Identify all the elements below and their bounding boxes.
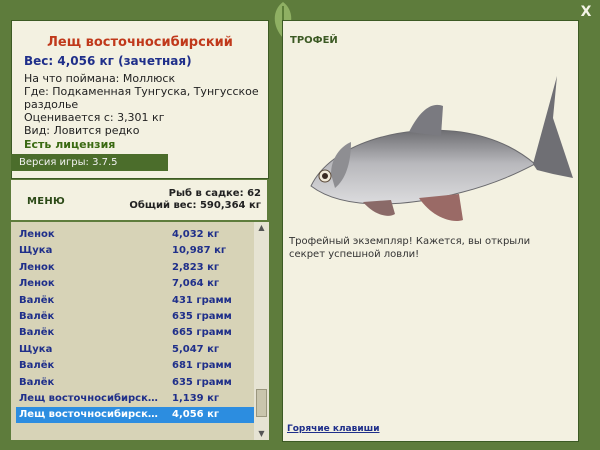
list-item[interactable]: Ленок 7,064 кг bbox=[16, 276, 254, 292]
list-item[interactable]: Лещ восточносибирский 4,056 кг bbox=[16, 407, 254, 424]
total-weight: Общий вес: 590,364 кг bbox=[129, 200, 261, 211]
game-version: Версия игры: 3.7.5 bbox=[11, 154, 168, 171]
fish-weight-value: 2,823 кг bbox=[172, 261, 220, 273]
fish-weight-value: 10,987 кг bbox=[172, 245, 227, 257]
list-item[interactable]: Щука 10,987 кг bbox=[16, 243, 254, 259]
list-item[interactable]: Ленок 4,032 кг bbox=[16, 227, 254, 243]
fish-name: Валёк bbox=[19, 294, 55, 306]
hotkeys-link[interactable]: Горячие клавиши bbox=[287, 424, 380, 434]
estimate-info: Оценивается с: 3,301 кг bbox=[24, 111, 165, 124]
fish-name: Лещ восточносибирский bbox=[19, 393, 159, 404]
fish-weight: Вес: 4,056 кг (зачетная) bbox=[24, 54, 192, 68]
fish-weight-value: 5,047 кг bbox=[172, 343, 220, 355]
fish-weight-value: 635 грамм bbox=[172, 311, 232, 322]
fish-name: Валёк bbox=[19, 327, 55, 339]
list-item[interactable]: Валёк 681 грамм bbox=[16, 358, 254, 374]
fish-weight-value: 4,032 кг bbox=[172, 229, 220, 240]
close-button[interactable]: X bbox=[578, 4, 594, 20]
fish-name: Ленок bbox=[19, 278, 55, 290]
fish-name: Ленок bbox=[19, 229, 55, 240]
menu-button[interactable]: МЕНЮ bbox=[27, 196, 65, 207]
trophy-panel: ТРОФЕЙ Трофейный экземпляр! Кажется, вы … bbox=[282, 20, 579, 442]
fish-title: Лещ восточносибирский bbox=[47, 35, 233, 50]
fish-weight-value: 681 грамм bbox=[172, 360, 232, 372]
fish-name: Валёк bbox=[19, 311, 55, 322]
list-item[interactable]: Ленок 2,823 кг bbox=[16, 260, 254, 276]
fish-name: Щука bbox=[19, 343, 53, 355]
arrow-up-icon[interactable]: ▲ bbox=[254, 222, 269, 234]
catch-list[interactable]: Ленок 4,032 кг Щука 10,987 кг Ленок 2,823 кг Л… bbox=[11, 222, 269, 440]
fish-weight-value: 665 грамм bbox=[172, 327, 232, 339]
fish-image bbox=[310, 76, 573, 222]
fish-name: Лещ восточносибирский bbox=[19, 409, 159, 421]
trophy-text: Трофейный экземпляр! Кажется, вы открыли… bbox=[289, 236, 531, 260]
list-item[interactable]: Валёк 665 грамм bbox=[16, 325, 254, 341]
fish-weight-value: 635 грамм bbox=[172, 376, 232, 388]
caught-count: Рыб в садке: 62 bbox=[168, 188, 261, 199]
fish-weight-value: 1,139 кг bbox=[172, 393, 220, 404]
fish-weight-value: 4,056 кг bbox=[172, 409, 220, 421]
menu-bar: МЕНЮ Рыб в садке: 62 Общий вес: 590,364 … bbox=[11, 180, 267, 220]
trophy-title: ТРОФЕЙ bbox=[290, 35, 338, 46]
fish-name: Валёк bbox=[19, 360, 55, 372]
fish-name: Щука bbox=[19, 245, 53, 257]
list-item[interactable]: Лещ восточносибирский 1,139 кг bbox=[16, 391, 254, 407]
fish-name: Ленок bbox=[19, 261, 55, 273]
arrow-down-icon[interactable]: ▼ bbox=[254, 428, 269, 440]
location-info: Где: Подкаменная Тунгуска, Тунгусское ра… bbox=[24, 85, 259, 111]
scroll-thumb[interactable] bbox=[256, 389, 267, 417]
fish-weight-value: 7,064 кг bbox=[172, 278, 220, 290]
kind-info: Вид: Ловится редко bbox=[24, 124, 140, 137]
bait-info: На что поймана: Моллюск bbox=[24, 72, 176, 85]
list-item[interactable]: Валёк 635 грамм bbox=[16, 309, 254, 325]
license-status: Есть лицензия bbox=[24, 138, 116, 151]
list-item[interactable]: Щука 5,047 кг bbox=[16, 342, 254, 358]
list-item[interactable]: Валёк 431 грамм bbox=[16, 293, 254, 309]
fish-name: Валёк bbox=[19, 376, 55, 388]
list-item[interactable]: Валёк 635 грамм bbox=[16, 375, 254, 391]
list-scrollbar[interactable]: ▲ ▼ bbox=[254, 222, 269, 440]
fish-weight-value: 431 грамм bbox=[172, 294, 232, 306]
